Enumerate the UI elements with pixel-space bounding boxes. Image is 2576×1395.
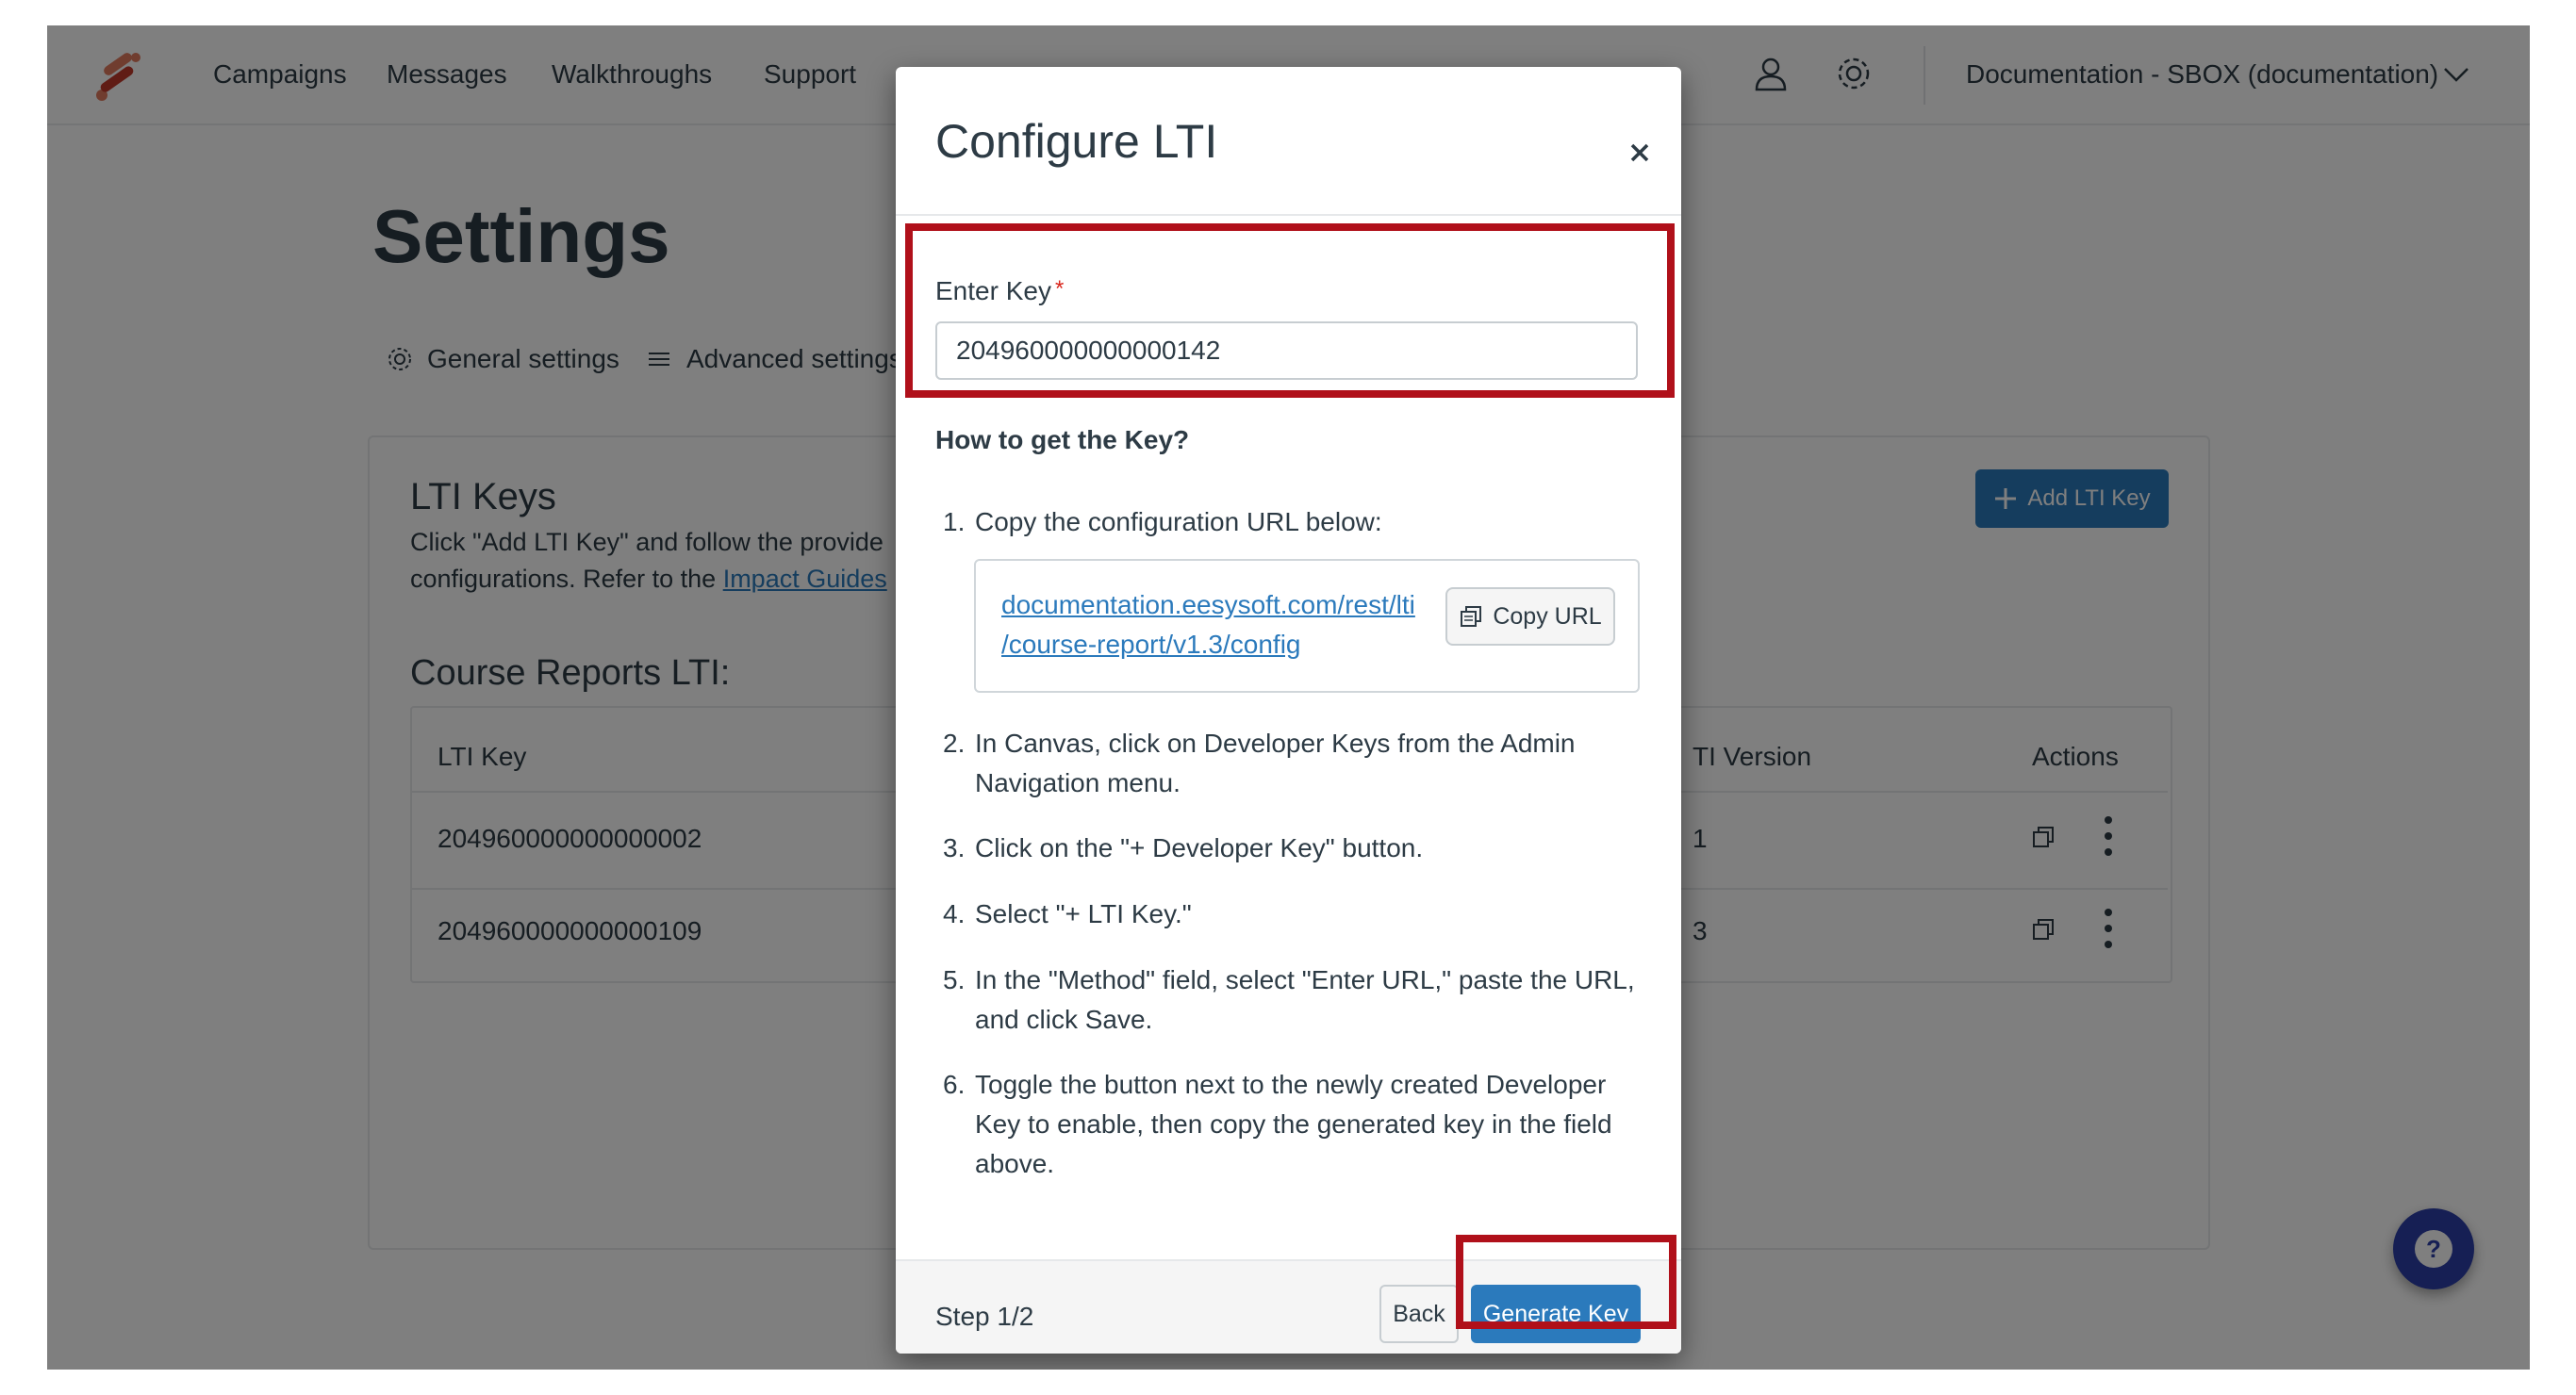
back-button[interactable]: Back (1379, 1285, 1459, 1343)
app-window: Campaigns Messages Walkthroughs Support … (47, 25, 2530, 1370)
dialog-header-divider (896, 214, 1681, 216)
step-text: Copy the configuration URL below: (975, 507, 1382, 536)
instruction-step: 5. In the "Method" field, select "Enter … (943, 960, 1645, 1040)
config-url-line-2: /course-report/v1.3/config (1001, 630, 1301, 659)
dialog-title: Configure LTI (935, 115, 1218, 168)
step-number: 4. (943, 899, 966, 928)
instruction-step: 6. Toggle the button next to the newly c… (943, 1065, 1645, 1184)
config-url-line-1: documentation.eesysoft.com/rest/lti (1001, 590, 1415, 619)
step-number: 1. (943, 507, 966, 536)
howto-heading: How to get the Key? (935, 425, 1190, 454)
generate-key-highlight (1456, 1235, 1676, 1329)
step-number: 5. (943, 965, 966, 994)
step-text: In the "Method" field, select "Enter URL… (975, 965, 1635, 1034)
instruction-step: 3. Click on the "+ Developer Key" button… (943, 829, 1645, 868)
step-indicator: Step 1/2 (935, 1302, 1034, 1331)
step-text: Toggle the button next to the newly crea… (975, 1070, 1612, 1178)
step-number: 6. (943, 1070, 966, 1099)
step-number: 2. (943, 729, 966, 758)
copy-icon (1461, 606, 1482, 627)
instruction-step: 4. Select "+ LTI Key." (943, 894, 1645, 934)
step-text: In Canvas, click on Developer Keys from … (975, 729, 1576, 797)
step-text: Click on the "+ Developer Key" button. (975, 833, 1424, 862)
step-number: 3. (943, 833, 966, 862)
key-field-highlight (905, 223, 1675, 398)
copy-url-label: Copy URL (1493, 602, 1602, 630)
config-url-link[interactable]: documentation.eesysoft.com/rest/lti/cour… (1001, 585, 1435, 665)
instruction-step: 1. Copy the configuration URL below: (943, 502, 1645, 542)
close-icon[interactable] (1629, 142, 1650, 163)
instruction-step: 2. In Canvas, click on Developer Keys fr… (943, 724, 1645, 803)
step-text: Select "+ LTI Key." (975, 899, 1192, 928)
copy-url-button[interactable]: Copy URL (1445, 587, 1615, 646)
